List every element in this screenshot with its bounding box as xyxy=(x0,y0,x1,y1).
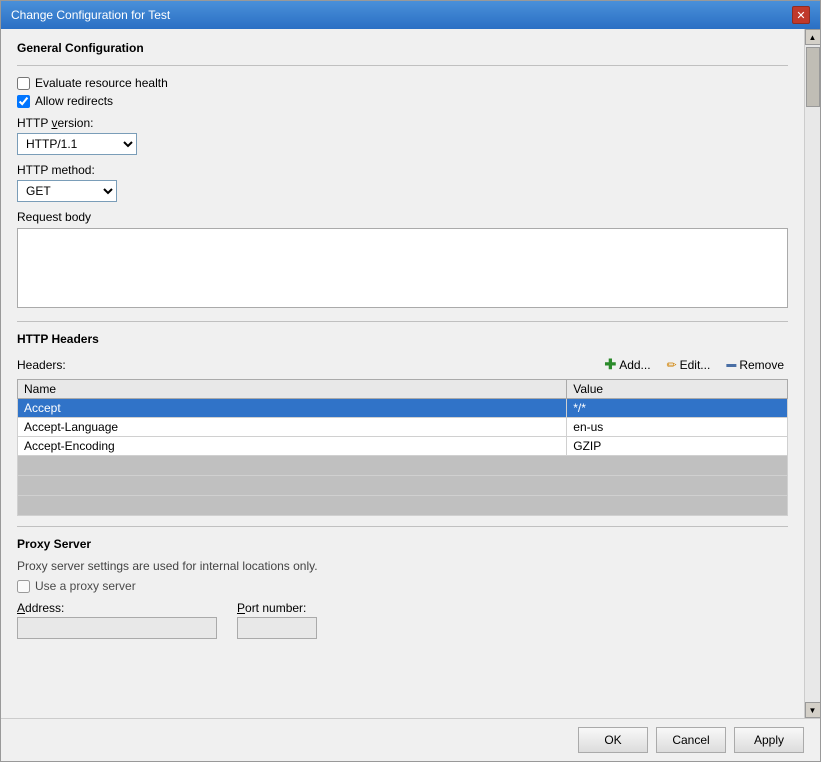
header-name-cell: Accept-Encoding xyxy=(18,437,567,456)
headers-toolbar-right: ✚ Add... ✏ Edit... ▬ Remove xyxy=(600,354,788,375)
table-row[interactable]: Accept */* xyxy=(18,399,788,418)
remove-label: Remove xyxy=(739,358,784,372)
col-name-header: Name xyxy=(18,380,567,399)
headers-header-row: Name Value xyxy=(18,380,788,399)
empty-cell xyxy=(18,456,788,476)
port-label: Port number: xyxy=(237,601,317,615)
general-section: General Configuration Evaluate resource … xyxy=(17,41,788,311)
headers-section-title: HTTP Headers xyxy=(17,332,788,346)
http-version-select[interactable]: HTTP/1.1 HTTP/1.0 HTTP/2.0 xyxy=(17,133,137,155)
empty-cell xyxy=(18,496,788,516)
empty-cell xyxy=(18,476,788,496)
use-proxy-label: Use a proxy server xyxy=(35,579,136,593)
headers-tbody: Accept */* Accept-Language en-us Accept-… xyxy=(18,399,788,516)
table-row[interactable]: Accept-Encoding GZIP xyxy=(18,437,788,456)
dialog-footer: OK Cancel Apply xyxy=(1,718,820,761)
scroll-up-button[interactable]: ▲ xyxy=(805,29,821,45)
header-value-cell: en-us xyxy=(567,418,788,437)
dialog-title: Change Configuration for Test xyxy=(11,8,170,22)
headers-table: Name Value Accept */* Accept-Language en… xyxy=(17,379,788,516)
port-input[interactable] xyxy=(237,617,317,639)
address-label: Address: xyxy=(17,601,217,615)
edit-icon: ✏ xyxy=(667,358,677,372)
cancel-button[interactable]: Cancel xyxy=(656,727,726,753)
proxy-fields: Address: Port number: xyxy=(17,601,788,639)
apply-button[interactable]: Apply xyxy=(734,727,804,753)
general-separator xyxy=(17,65,788,66)
port-field: Port number: xyxy=(237,601,317,639)
empty-row xyxy=(18,476,788,496)
headers-separator xyxy=(17,321,788,322)
headers-section: HTTP Headers Headers: ✚ Add... ✏ Edit... xyxy=(17,321,788,516)
proxy-description: Proxy server settings are used for inter… xyxy=(17,559,788,573)
use-proxy-row: Use a proxy server xyxy=(17,579,788,593)
http-version-label: HTTP version: xyxy=(17,116,788,130)
add-header-button[interactable]: ✚ Add... xyxy=(600,354,654,375)
edit-header-button[interactable]: ✏ Edit... xyxy=(663,356,715,374)
dialog-window: Change Configuration for Test ✕ General … xyxy=(0,0,821,762)
use-proxy-checkbox[interactable] xyxy=(17,580,30,593)
request-body-textarea[interactable] xyxy=(17,228,788,308)
request-body-label: Request body xyxy=(17,210,788,224)
remove-icon: ▬ xyxy=(726,359,736,370)
general-section-title: General Configuration xyxy=(17,41,788,55)
address-field: Address: xyxy=(17,601,217,639)
proxy-separator xyxy=(17,526,788,527)
address-input[interactable] xyxy=(17,617,217,639)
scrollbar[interactable]: ▲ ▼ xyxy=(804,29,820,718)
scroll-thumb[interactable] xyxy=(806,47,820,107)
empty-row xyxy=(18,496,788,516)
http-method-select[interactable]: GET POST PUT DELETE HEAD OPTIONS xyxy=(17,180,117,202)
http-method-label: HTTP method: xyxy=(17,163,788,177)
header-value-cell: GZIP xyxy=(567,437,788,456)
add-label: Add... xyxy=(619,358,650,372)
allow-redirects-label: Allow redirects xyxy=(35,94,113,108)
edit-label: Edit... xyxy=(680,358,711,372)
close-button[interactable]: ✕ xyxy=(792,6,810,24)
col-value-header: Value xyxy=(567,380,788,399)
empty-row xyxy=(18,456,788,476)
table-row[interactable]: Accept-Language en-us xyxy=(18,418,788,437)
headers-label: Headers: xyxy=(17,358,66,372)
evaluate-health-row: Evaluate resource health xyxy=(17,76,788,90)
title-bar: Change Configuration for Test ✕ xyxy=(1,1,820,29)
proxy-section: Proxy Server Proxy server settings are u… xyxy=(17,526,788,639)
proxy-section-title: Proxy Server xyxy=(17,537,788,551)
headers-thead: Name Value xyxy=(18,380,788,399)
evaluate-health-label: Evaluate resource health xyxy=(35,76,168,90)
header-name-cell: Accept xyxy=(18,399,567,418)
header-value-cell: */* xyxy=(567,399,788,418)
allow-redirects-checkbox[interactable] xyxy=(17,95,30,108)
ok-button[interactable]: OK xyxy=(578,727,648,753)
add-icon: ✚ xyxy=(604,356,616,373)
allow-redirects-row: Allow redirects xyxy=(17,94,788,108)
request-body-wrapper xyxy=(17,228,788,311)
main-area: General Configuration Evaluate resource … xyxy=(1,29,804,718)
headers-toolbar: Headers: ✚ Add... ✏ Edit... ▬ Remove xyxy=(17,354,788,375)
dialog-content: General Configuration Evaluate resource … xyxy=(1,29,820,718)
scroll-down-button[interactable]: ▼ xyxy=(805,702,821,718)
header-name-cell: Accept-Language xyxy=(18,418,567,437)
remove-header-button[interactable]: ▬ Remove xyxy=(722,356,788,374)
evaluate-health-checkbox[interactable] xyxy=(17,77,30,90)
